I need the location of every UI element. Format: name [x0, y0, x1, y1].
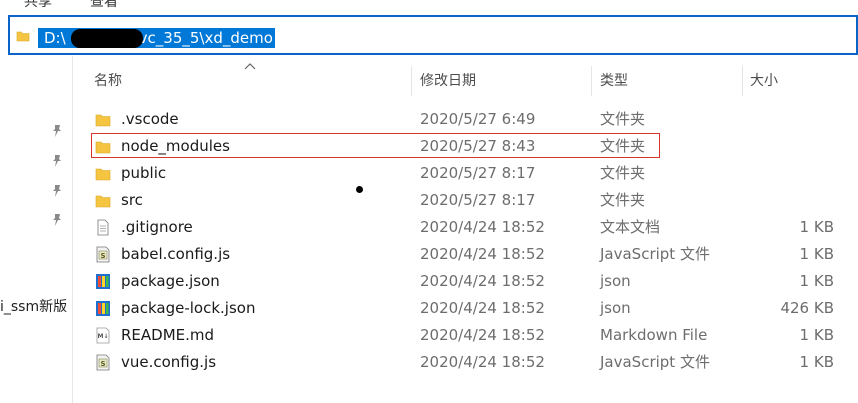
cursor-dot [356, 186, 363, 193]
folder-icon [95, 138, 111, 155]
file-date: 2020/5/27 8:17 [420, 191, 536, 209]
ribbon-tabs: 共享 查看 [0, 0, 858, 14]
file-row[interactable]: node_modules 2020/5/27 8:43 文件夹 [89, 133, 849, 160]
file-row[interactable]: M↓ README.md 2020/4/24 18:52 Markdown File 1… [89, 322, 849, 349]
file-date: 2020/4/24 18:52 [420, 299, 545, 317]
file-row[interactable]: .gitignore 2020/4/24 18:52 文本文档 1 KB [89, 214, 849, 241]
file-row[interactable]: public 2020/5/27 8:17 文件夹 [89, 160, 849, 187]
address-bar[interactable]: D:\ vc_35_5\xd_demo [8, 15, 858, 55]
file-row[interactable]: src 2020/5/27 8:17 文件夹 [89, 187, 849, 214]
file-date: 2020/5/27 8:43 [420, 137, 536, 155]
file-row[interactable]: package-lock.json 2020/4/24 18:52 json 426 … [89, 295, 849, 322]
file-row[interactable]: .vscode 2020/5/27 6:49 文件夹 [89, 106, 849, 133]
file-type: 文件夹 [600, 164, 646, 182]
text-file-icon [95, 219, 111, 236]
file-date: 2020/5/27 8:17 [420, 164, 536, 182]
file-date: 2020/4/24 18:52 [420, 353, 545, 371]
file-name[interactable]: babel.config.js [121, 241, 230, 268]
file-type: 文本文档 [600, 218, 661, 236]
file-size: 426 KB [780, 299, 834, 317]
file-row[interactable]: Sbabel.config.js 2020/4/24 18:52 JavaScrip… [89, 241, 849, 268]
file-date: 2020/4/24 18:52 [420, 218, 545, 236]
file-name[interactable]: src [121, 187, 143, 214]
file-date: 2020/4/24 18:52 [420, 245, 545, 263]
file-size: 1 KB [799, 326, 834, 344]
address-path-end: vc_35_5\xd_demo [138, 29, 273, 47]
column-divider[interactable] [411, 66, 412, 96]
column-divider[interactable] [591, 66, 592, 96]
markdown-file-icon: M↓ [95, 327, 111, 344]
column-header-date[interactable]: 修改日期 [420, 66, 476, 96]
ribbon-tab-view[interactable]: 查看 [90, 0, 118, 11]
json-file-icon [95, 273, 111, 290]
file-date: 2020/4/24 18:52 [420, 272, 545, 290]
file-type: json [600, 272, 631, 290]
file-type: json [600, 299, 631, 317]
json-file-icon [95, 300, 111, 317]
file-type: 文件夹 [600, 110, 646, 128]
file-type: Markdown File [600, 326, 708, 344]
file-name[interactable]: package.json [121, 268, 220, 295]
pin-icon[interactable] [50, 213, 64, 227]
file-name[interactable]: .gitignore [121, 214, 193, 241]
file-size: 1 KB [799, 272, 834, 290]
sort-ascending-icon [244, 63, 256, 70]
file-name[interactable]: README.md [121, 322, 214, 349]
pin-icon[interactable] [50, 124, 64, 138]
file-date: 2020/5/27 6:49 [420, 110, 536, 128]
file-type: JavaScript 文件 [600, 353, 710, 371]
file-date: 2020/4/24 18:52 [420, 326, 545, 344]
folder-icon [95, 111, 111, 128]
file-row[interactable]: Svue.config.js 2020/4/24 18:52 JavaScript … [89, 349, 849, 376]
folder-icon [95, 165, 111, 182]
folder-icon [95, 192, 111, 209]
js-file-icon: S [95, 246, 111, 263]
navigation-pane: i_ssm新版 [0, 56, 72, 403]
file-type: 文件夹 [600, 137, 646, 155]
file-name[interactable]: public [121, 160, 166, 187]
column-header-name[interactable]: 名称 [94, 66, 122, 96]
pin-icon[interactable] [50, 154, 64, 168]
file-size: 1 KB [799, 218, 834, 236]
file-name[interactable]: node_modules [121, 133, 230, 160]
ribbon-tab-share[interactable]: 共享 [24, 0, 52, 11]
file-size: 1 KB [799, 353, 834, 371]
file-name[interactable]: vue.config.js [121, 349, 216, 376]
column-header-type[interactable]: 类型 [600, 66, 628, 96]
nav-item-label[interactable]: i_ssm新版 [0, 296, 67, 316]
file-name[interactable]: package-lock.json [121, 295, 255, 322]
pane-divider [72, 56, 73, 403]
column-header-size[interactable]: 大小 [750, 66, 778, 96]
address-path-start: D:\ [44, 29, 66, 47]
folder-icon [16, 31, 30, 42]
js-file-icon: S [95, 354, 111, 371]
file-size: 1 KB [799, 245, 834, 263]
file-row[interactable]: package.json 2020/4/24 18:52 json 1 KB [89, 268, 849, 295]
column-divider[interactable] [742, 66, 743, 96]
svg-text:S: S [100, 360, 105, 368]
svg-text:M↓: M↓ [98, 333, 109, 340]
file-name[interactable]: .vscode [121, 106, 179, 133]
pin-icon[interactable] [50, 184, 64, 198]
file-type: 文件夹 [600, 191, 646, 209]
svg-text:S: S [100, 252, 105, 260]
file-type: JavaScript 文件 [600, 245, 710, 263]
redaction-mark [71, 29, 143, 48]
